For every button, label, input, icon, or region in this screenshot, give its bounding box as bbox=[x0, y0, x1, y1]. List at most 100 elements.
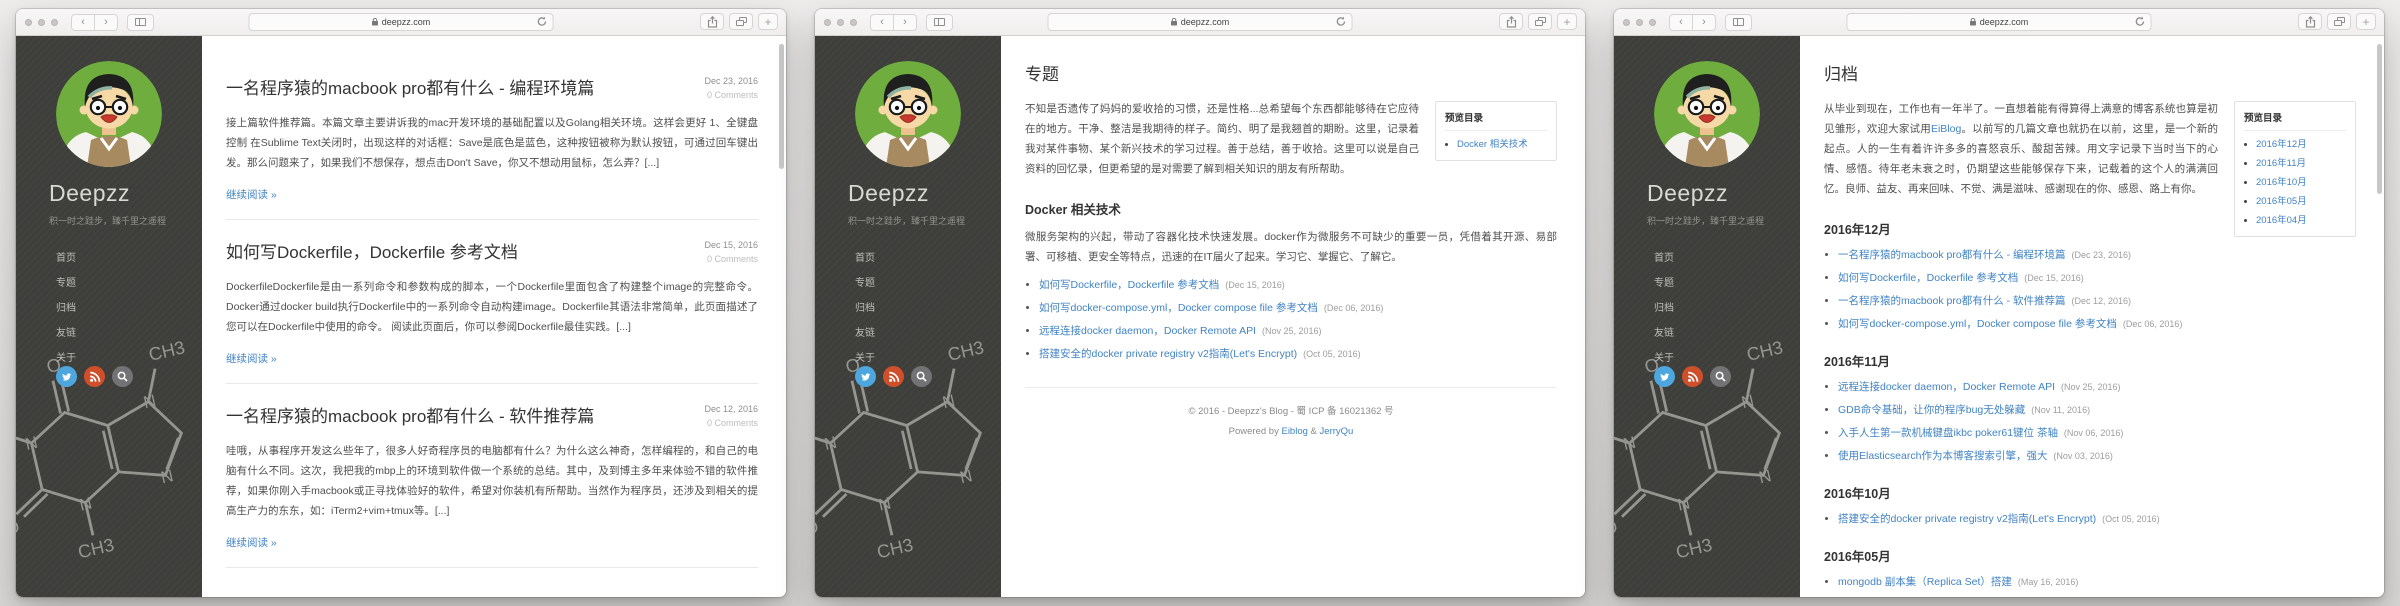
tab-overview-button[interactable] bbox=[1528, 13, 1552, 30]
post-link[interactable]: GDB命令基础，让你的程序bug无处躲藏 bbox=[1838, 404, 2025, 416]
rss-button[interactable] bbox=[1682, 366, 1703, 387]
address-bar[interactable]: deepzz.com bbox=[249, 13, 554, 31]
post-link[interactable]: mongodb 副本集（Replica Set）搭建 bbox=[1838, 576, 2012, 588]
archive-post-list: 远程连接docker daemon，Docker Remote API (Nov… bbox=[1838, 379, 2356, 463]
twitter-button[interactable] bbox=[855, 366, 876, 387]
reload-icon[interactable] bbox=[1336, 16, 1347, 27]
minimize-button[interactable] bbox=[38, 19, 45, 26]
blog-sidebar: Deepzz 积一时之跬步，臻千里之遥程 首页 专题 归档 友链 关于 bbox=[815, 36, 1001, 597]
post-date: (Nov 03, 2016) bbox=[2053, 451, 2113, 461]
sidebar-item-about[interactable]: 关于 bbox=[855, 349, 1001, 364]
powered-by: Powered by Eiblog & JerryQu bbox=[1025, 422, 1557, 442]
scrollbar-thumb[interactable] bbox=[779, 44, 784, 169]
sidebar-item-about[interactable]: 关于 bbox=[56, 349, 202, 364]
eiblog-link[interactable]: EiBlog bbox=[1931, 123, 1961, 135]
sidebar-item-home[interactable]: 首页 bbox=[855, 249, 1001, 264]
post-link[interactable]: 远程连接docker daemon，Docker Remote API bbox=[1039, 325, 1256, 337]
jerryqu-link[interactable]: JerryQu bbox=[1320, 426, 1354, 437]
share-button[interactable] bbox=[1499, 13, 1523, 30]
new-tab-button[interactable]: + bbox=[1557, 13, 1577, 30]
rss-button[interactable] bbox=[84, 366, 105, 387]
read-more-link[interactable]: 继续阅读 » bbox=[226, 351, 277, 366]
sidebar-item-links[interactable]: 友链 bbox=[56, 324, 202, 339]
search-button[interactable] bbox=[112, 366, 133, 387]
toc-link[interactable]: 2016年05月 bbox=[2256, 196, 2307, 207]
tab-overview-button[interactable] bbox=[2327, 13, 2351, 30]
post-link[interactable]: 如何写Dockerfile，Dockerfile 参考文档 bbox=[1039, 279, 1219, 291]
minimize-button[interactable] bbox=[837, 19, 844, 26]
sidebar-item-topics[interactable]: 专题 bbox=[56, 274, 202, 289]
sidebar-item-links[interactable]: 友链 bbox=[855, 324, 1001, 339]
toc-link[interactable]: 2016年10月 bbox=[2256, 177, 2307, 188]
toc-link[interactable]: Docker 相关技术 bbox=[1457, 139, 1528, 150]
sidebar-toggle-button[interactable] bbox=[926, 14, 953, 31]
new-tab-button[interactable]: + bbox=[2356, 13, 2376, 30]
sidebar-item-archive[interactable]: 归档 bbox=[855, 299, 1001, 314]
eiblog-link[interactable]: Eiblog bbox=[1281, 426, 1307, 437]
post-link[interactable]: 如何写docker-compose.yml，Docker compose fil… bbox=[1039, 302, 1318, 314]
search-button[interactable] bbox=[1710, 366, 1731, 387]
toc-link[interactable]: 2016年11月 bbox=[2256, 158, 2306, 169]
address-bar[interactable]: deepzz.com bbox=[1847, 13, 2152, 31]
reload-icon[interactable] bbox=[537, 16, 548, 27]
sidebar-item-home[interactable]: 首页 bbox=[56, 249, 202, 264]
close-button[interactable] bbox=[824, 19, 831, 26]
post-link[interactable]: 一名程序猿的macbook pro都有什么 - 软件推荐篇 bbox=[1838, 295, 2066, 307]
back-button[interactable]: ‹ bbox=[1669, 14, 1693, 31]
zoom-button[interactable] bbox=[1649, 19, 1656, 26]
sidebar-item-archive[interactable]: 归档 bbox=[1654, 299, 1800, 314]
minimize-button[interactable] bbox=[1636, 19, 1643, 26]
rss-button[interactable] bbox=[883, 366, 904, 387]
sidebar-toggle-button[interactable] bbox=[1725, 14, 1752, 31]
post-link[interactable]: 搭建安全的docker private registry v2指南(Let's … bbox=[1039, 348, 1297, 360]
post-link[interactable]: 搭建安全的docker private registry v2指南(Let's … bbox=[1838, 513, 2096, 525]
zoom-button[interactable] bbox=[51, 19, 58, 26]
article-excerpt: DockerfileDockerfile是由一系列命令和参数构成的脚本，一个Do… bbox=[226, 277, 758, 337]
forward-button[interactable]: › bbox=[1692, 14, 1716, 31]
reload-icon[interactable] bbox=[2135, 16, 2146, 27]
post-link[interactable]: 使用Elasticsearch作为本博客搜索引擎，强大 bbox=[1838, 450, 2047, 462]
forward-button[interactable]: › bbox=[94, 14, 118, 31]
post-link[interactable]: 远程连接docker daemon，Docker Remote API bbox=[1838, 381, 2055, 393]
avatar bbox=[56, 61, 162, 167]
twitter-button[interactable] bbox=[56, 366, 77, 387]
post-item: 入手人生第一款机械键盘ikbc poker61键位 茶轴 (Nov 06, 20… bbox=[1838, 425, 2356, 440]
tab-overview-button[interactable] bbox=[729, 13, 753, 30]
article-meta: Dec 12, 2016 0 Comments bbox=[704, 402, 758, 428]
scrollbar-thumb[interactable] bbox=[2377, 44, 2382, 194]
close-button[interactable] bbox=[25, 19, 32, 26]
read-more-link[interactable]: 继续阅读 » bbox=[226, 187, 277, 202]
new-tab-button[interactable]: + bbox=[758, 13, 778, 30]
sidebar-item-about[interactable]: 关于 bbox=[1654, 349, 1800, 364]
sidebar-item-archive[interactable]: 归档 bbox=[56, 299, 202, 314]
topic-description: 微服务架构的兴起，带动了容器化技术快速发展。docker作为微服务不可缺少的重要… bbox=[1025, 227, 1557, 267]
article-title[interactable]: 一名程序猿的macbook pro都有什么 - 软件推荐篇 bbox=[226, 402, 594, 427]
twitter-button[interactable] bbox=[1654, 366, 1675, 387]
article-title[interactable]: 如何写Dockerfile，Dockerfile 参考文档 bbox=[226, 238, 518, 263]
sidebar-toggle-button[interactable] bbox=[127, 14, 154, 31]
read-more-link[interactable]: 继续阅读 » bbox=[226, 535, 277, 550]
back-button[interactable]: ‹ bbox=[71, 14, 95, 31]
article-title[interactable]: 一名程序猿的macbook pro都有什么 - 编程环境篇 bbox=[226, 74, 594, 99]
sidebar-item-topics[interactable]: 专题 bbox=[855, 274, 1001, 289]
post-link[interactable]: 入手人生第一款机械键盘ikbc poker61键位 茶轴 bbox=[1838, 427, 2058, 439]
toc-link[interactable]: 2016年04月 bbox=[2256, 215, 2307, 226]
post-link[interactable]: 如何写docker-compose.yml，Docker compose fil… bbox=[1838, 318, 2117, 330]
sidebar-item-home[interactable]: 首页 bbox=[1654, 249, 1800, 264]
close-button[interactable] bbox=[1623, 19, 1630, 26]
address-bar[interactable]: deepzz.com bbox=[1048, 13, 1353, 31]
sidebar-item-links[interactable]: 友链 bbox=[1654, 324, 1800, 339]
rss-icon bbox=[1687, 371, 1699, 383]
post-link[interactable]: 一名程序猿的macbook pro都有什么 - 编程环境篇 bbox=[1838, 249, 2066, 261]
back-button[interactable]: ‹ bbox=[870, 14, 894, 31]
sidebar-item-topics[interactable]: 专题 bbox=[1654, 274, 1800, 289]
article-date: Dec 23, 2016 bbox=[704, 76, 758, 86]
search-button[interactable] bbox=[911, 366, 932, 387]
zoom-button[interactable] bbox=[850, 19, 857, 26]
forward-button[interactable]: › bbox=[893, 14, 917, 31]
post-date: (Dec 23, 2016) bbox=[2071, 250, 2131, 260]
post-link[interactable]: 如何写Dockerfile，Dockerfile 参考文档 bbox=[1838, 272, 2018, 284]
share-button[interactable] bbox=[2298, 13, 2322, 30]
toc-link[interactable]: 2016年12月 bbox=[2256, 139, 2307, 150]
share-button[interactable] bbox=[700, 13, 724, 30]
